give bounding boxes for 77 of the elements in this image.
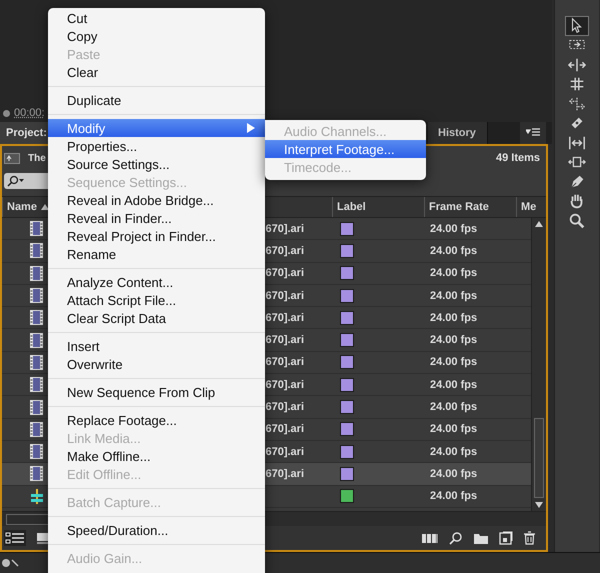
frame-rate: 24.00 fps	[430, 423, 478, 436]
menu-item[interactable]: Modify	[48, 119, 265, 137]
menu-item[interactable]: Clear Script Data	[48, 309, 265, 327]
folder-icon[interactable]	[473, 532, 489, 545]
clip-name: 670].ari	[265, 290, 305, 302]
sort-ascending-icon	[40, 204, 49, 210]
scroll-up-arrow-icon[interactable]	[535, 221, 543, 227]
film-clip-icon	[30, 377, 43, 392]
frame-rate: 24.00 fps	[430, 490, 478, 502]
frame-rate: 24.00 fps	[430, 290, 478, 302]
sequence-icon	[30, 488, 44, 504]
new-item-icon[interactable]	[499, 531, 513, 546]
film-clip-icon	[30, 221, 43, 236]
film-clip-icon	[30, 310, 43, 326]
menu-item[interactable]: Overwrite	[48, 355, 265, 373]
film-clip-icon	[30, 332, 43, 348]
frame-rate: 24.00 fps	[430, 222, 478, 235]
clip-name: 670].ari	[265, 446, 305, 458]
film-clip-icon	[30, 422, 43, 437]
submenu-arrow-icon	[247, 123, 255, 133]
folder-up-icon[interactable]	[4, 152, 20, 164]
film-clip-icon	[30, 354, 43, 370]
frame-rate: 24.00 fps	[430, 267, 478, 280]
frame-rate: 24.00 fps	[430, 446, 478, 458]
clip-name: 670].ari	[265, 468, 305, 480]
item-count: 49 Items	[496, 152, 540, 164]
clip-name: 670].ari	[265, 401, 305, 414]
film-clip-icon	[30, 466, 43, 482]
selection-tool-icon[interactable]	[565, 16, 589, 36]
frame-rate: 24.00 fps	[430, 244, 478, 257]
clip-name: 670].ari	[265, 378, 305, 391]
menu-item[interactable]: Reveal in Adobe Bridge...	[48, 191, 265, 209]
frame-rate: 24.00 fps	[430, 356, 478, 368]
film-clip-icon	[30, 444, 43, 460]
clip-name: 670].ari	[265, 267, 305, 280]
menu-item[interactable]: Duplicate	[48, 91, 265, 109]
search-icon[interactable]	[449, 531, 463, 546]
menu-item[interactable]: Rename	[48, 245, 265, 263]
list-view-icon[interactable]	[4, 530, 26, 546]
frame-rate: 24.00 fps	[430, 378, 478, 391]
menu-item[interactable]: Copy	[48, 27, 265, 45]
frame-rate: 24.00 fps	[430, 334, 478, 346]
panel-menu-icon[interactable]	[520, 122, 546, 144]
icon-view-icon[interactable]	[36, 531, 50, 546]
film-clip-icon	[30, 400, 43, 415]
menu-item[interactable]: Interpret Footage...	[265, 140, 426, 158]
timecode[interactable]: 00:00:	[14, 107, 45, 119]
film-clip-icon	[30, 243, 43, 258]
frame-rate: 24.00 fps	[430, 468, 478, 480]
marker-dot-icon	[3, 110, 10, 116]
column-header[interactable]: Label	[332, 197, 424, 217]
menu-item[interactable]: Make Offline...	[48, 447, 265, 465]
menu-item[interactable]: Attach Script File...	[48, 291, 265, 309]
column-header[interactable]: Frame Rate	[424, 197, 516, 217]
automate-icon[interactable]	[421, 532, 439, 544]
menu-item[interactable]: Source Settings...	[48, 155, 265, 173]
bin-name: The	[28, 152, 46, 164]
clip-name: 670].ari	[265, 423, 305, 436]
scrollbar-thumb[interactable]	[534, 418, 544, 498]
clip-name: 670].ari	[265, 356, 305, 368]
vertical-scrollbar[interactable]	[531, 218, 546, 512]
panel-tab[interactable]: History	[428, 122, 488, 144]
film-clip-icon	[30, 266, 43, 281]
search-icon[interactable]	[7, 175, 25, 187]
trash-icon[interactable]	[523, 531, 536, 546]
clip-name: 670].ari	[265, 312, 305, 324]
clip-name: 670].ari	[265, 244, 305, 257]
scroll-down-arrow-icon[interactable]	[535, 502, 543, 508]
menu-item[interactable]: Clear	[48, 63, 265, 81]
clip-name: 670].ari	[265, 222, 305, 235]
menu-item[interactable]: Cut	[48, 9, 265, 27]
menu-item[interactable]: Speed/Duration...	[48, 521, 265, 539]
clip-name: 670].ari	[265, 334, 305, 346]
frame-rate: 24.00 fps	[430, 401, 478, 414]
film-clip-icon	[30, 288, 43, 304]
column-header[interactable]: Me	[516, 197, 546, 217]
frame-rate: 24.00 fps	[430, 312, 478, 324]
